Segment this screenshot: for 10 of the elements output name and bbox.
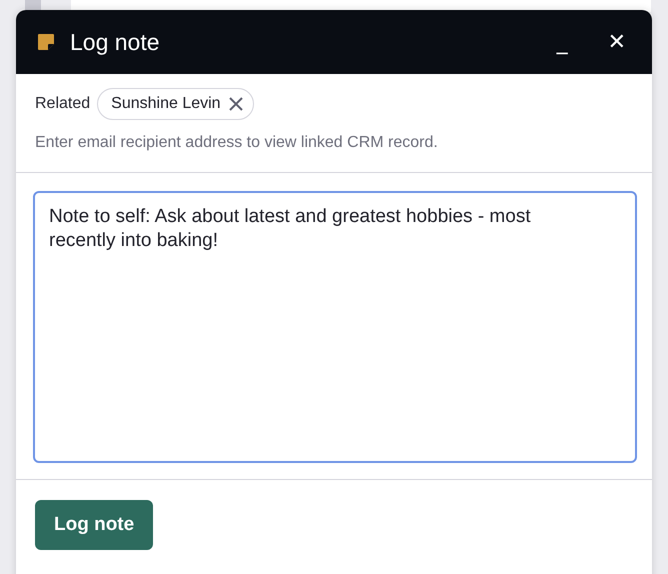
dialog-title: Log note xyxy=(70,28,161,56)
sticky-note-icon xyxy=(36,32,56,52)
log-note-button[interactable]: Log note xyxy=(35,500,154,550)
note-field[interactable]: Note to self: Ask about latest and greatest hobbies - most recently into baking! xyxy=(33,191,637,463)
close-button[interactable]: ✕ xyxy=(602,30,632,54)
hint-text: Enter email recipient address to view linked CRM record. xyxy=(35,134,439,152)
related-label: Related xyxy=(35,95,90,113)
contact-name: Sunshine Levin xyxy=(111,95,221,113)
minimize-button[interactable]: _ xyxy=(550,30,574,54)
remove-icon[interactable] xyxy=(228,97,243,111)
